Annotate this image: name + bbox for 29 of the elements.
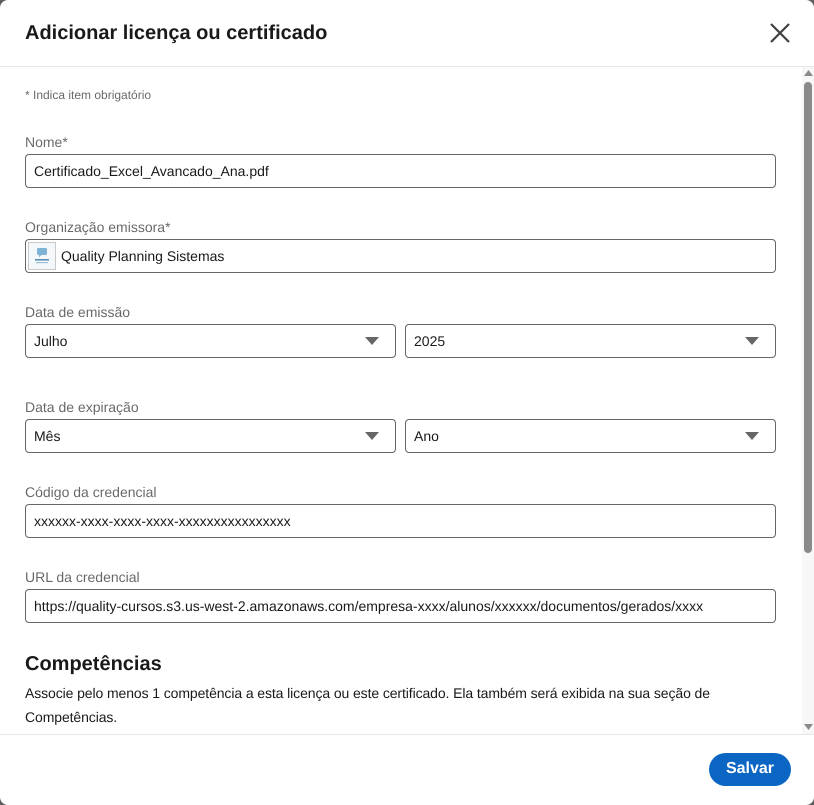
field-label: URL da credencial <box>25 568 140 587</box>
text-field[interactable]: xxxxxx-xxxx-xxxx-xxxx-xxxxxxxxxxxxxxxx <box>25 504 776 538</box>
caret-icon <box>365 337 379 345</box>
save-button[interactable]: Salvar <box>708 752 791 786</box>
caret-icon <box>365 432 379 440</box>
field-label: Organização emissora* <box>25 218 171 237</box>
year-dropdown[interactable]: Ano <box>405 419 776 453</box>
month-dropdown[interactable]: Mês <box>25 419 396 453</box>
organization-field[interactable]: Quality Planning Sistemas <box>25 239 776 273</box>
text-field[interactable]: Certificado_Excel_Avancado_Ana.pdf <box>25 154 776 188</box>
scrollbar-thumb[interactable] <box>804 82 812 553</box>
scrollbar-track[interactable] <box>802 67 814 734</box>
field-label: Código da credencial <box>25 483 157 502</box>
field-label: Data de expiração <box>25 398 139 417</box>
field-label: Data de emissão <box>25 303 130 322</box>
caret-icon <box>745 432 759 440</box>
month-dropdown[interactable]: Julho <box>25 324 396 358</box>
dialog-title: Adicionar licença ou certificado <box>25 21 328 46</box>
up-triangle-icon[interactable] <box>804 70 812 76</box>
year-dropdown[interactable]: 2025 <box>405 324 776 358</box>
down-triangle-icon[interactable] <box>804 724 812 730</box>
section-description: Associe pelo menos 1 competência a esta licença ou este certificado. Ela também será exibida na sua seção de Competências. <box>25 684 711 727</box>
caret-icon <box>745 337 759 345</box>
section-heading: Competências <box>25 652 162 677</box>
required-note: * Indica item obrigatório <box>25 87 152 103</box>
field-label: Nome* <box>25 133 68 152</box>
logo-icon <box>28 242 56 270</box>
text-field[interactable]: https://quality-cursos.s3.us-west-2.amazonaws.com/empresa-xxxx/alunos/xxxxxx/documentos/gerados/xxxx <box>25 589 776 623</box>
close-icon <box>770 23 790 43</box>
